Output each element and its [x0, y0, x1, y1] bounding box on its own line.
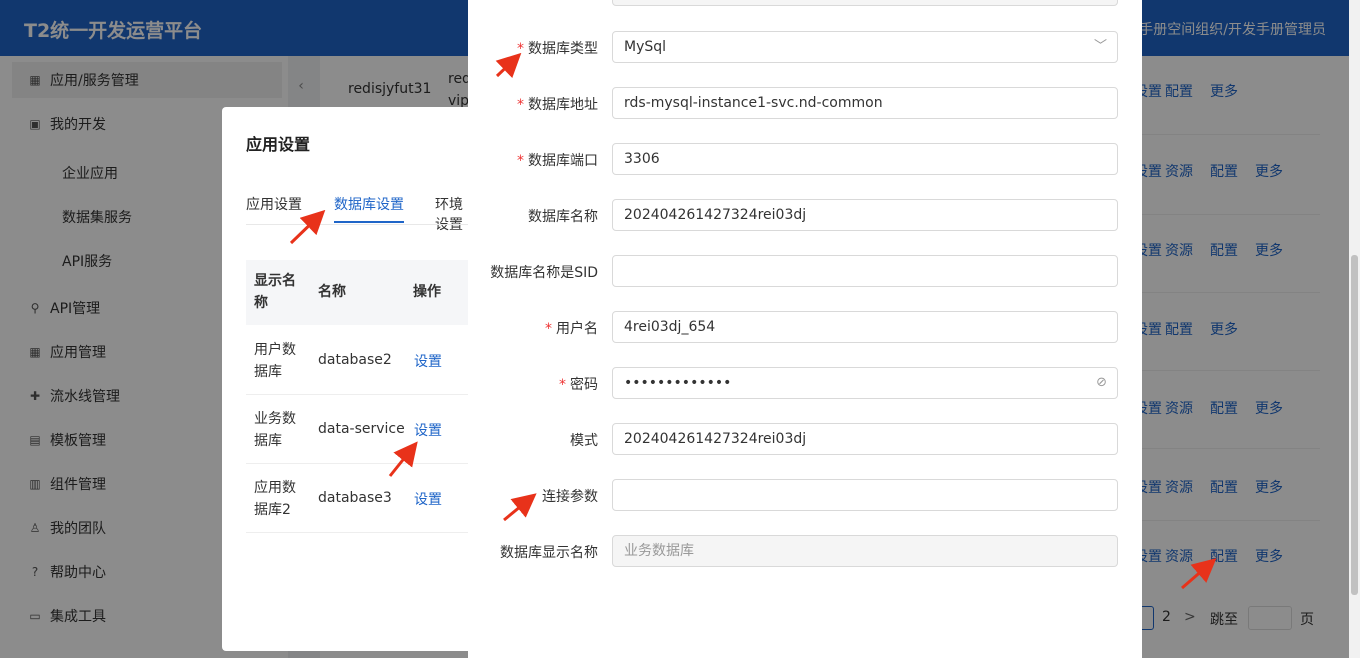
table-cell-name: database3 — [318, 490, 392, 506]
db-address-label: * 数据库地址 — [517, 97, 598, 113]
db-address-input[interactable]: rds-mysql-instance1-svc.nd-common — [612, 87, 1118, 119]
schema-label: 模式 — [570, 433, 598, 449]
page-scrollbar[interactable] — [1349, 0, 1360, 658]
db-type-select[interactable]: MySql ﹀ — [612, 31, 1118, 63]
db-name-is-sid-input[interactable] — [612, 255, 1118, 287]
table-cell-display: 用户数据库 — [254, 342, 296, 380]
required-mark: * — [517, 153, 524, 169]
table-cell-display: 应用数据库2 — [254, 480, 296, 518]
row-db-settings-link[interactable]: 设置 — [414, 420, 442, 440]
db-type-label: * 数据库类型 — [517, 41, 598, 57]
required-mark: * — [545, 321, 552, 337]
row-db-settings-link[interactable]: 设置 — [414, 351, 442, 371]
db-display-name-input[interactable]: 业务数据库 — [612, 535, 1118, 567]
db-name-is-sid-label: 数据库名称是SID — [490, 265, 598, 281]
connection-params-label: 连接参数 — [542, 489, 598, 505]
scrollbar-thumb[interactable] — [1351, 255, 1358, 595]
eye-invisible-icon[interactable]: ⊘ — [1096, 368, 1107, 398]
column-header-action: 操作 — [413, 284, 441, 300]
active-tab-indicator — [334, 221, 404, 223]
username-input[interactable]: 4rei03dj_654 — [612, 311, 1118, 343]
db-name-input[interactable]: 202404261427324rei03dj — [612, 199, 1118, 231]
required-mark: * — [517, 97, 524, 113]
db-display-name-label: 数据库显示名称 — [500, 545, 598, 561]
tab-env-settings[interactable]: 环境设置 — [435, 194, 472, 234]
previous-field-input — [612, 0, 1118, 6]
table-cell-display: 业务数据库 — [254, 411, 296, 449]
column-header-name: 名称 — [318, 284, 346, 300]
db-port-input[interactable]: 3306 — [612, 143, 1118, 175]
username-label: * 用户名 — [545, 321, 598, 337]
column-header-display: 显示名称 — [254, 273, 296, 311]
row-db-settings-link[interactable]: 设置 — [414, 489, 442, 509]
schema-input[interactable]: 202404261427324rei03dj — [612, 423, 1118, 455]
db-port-label: * 数据库端口 — [517, 153, 598, 169]
tab-app-settings[interactable]: 应用设置 — [246, 194, 302, 214]
password-label: * 密码 — [559, 377, 598, 393]
chevron-down-icon: ﹀ — [1093, 39, 1107, 54]
db-name-label: 数据库名称 — [528, 209, 598, 225]
tab-db-settings[interactable]: 数据库设置 — [334, 194, 404, 214]
table-cell-name: data-service — [318, 421, 405, 437]
required-mark: * — [517, 41, 524, 57]
connection-params-input[interactable] — [612, 479, 1118, 511]
password-input[interactable]: ••••••••••••• ⊘ — [612, 367, 1118, 399]
table-cell-name: database2 — [318, 352, 392, 368]
db-settings-drawer: * 数据库类型 MySql ﹀ * 数据库地址 rds-mysql-instance… — [468, 0, 1142, 658]
modal-title: 应用设置 — [246, 135, 311, 154]
required-mark: * — [559, 377, 566, 393]
app-settings-modal: 应用设置 应用设置 数据库设置 环境设置 显示名称 名称 操作 用户数据库 da… — [222, 107, 472, 651]
